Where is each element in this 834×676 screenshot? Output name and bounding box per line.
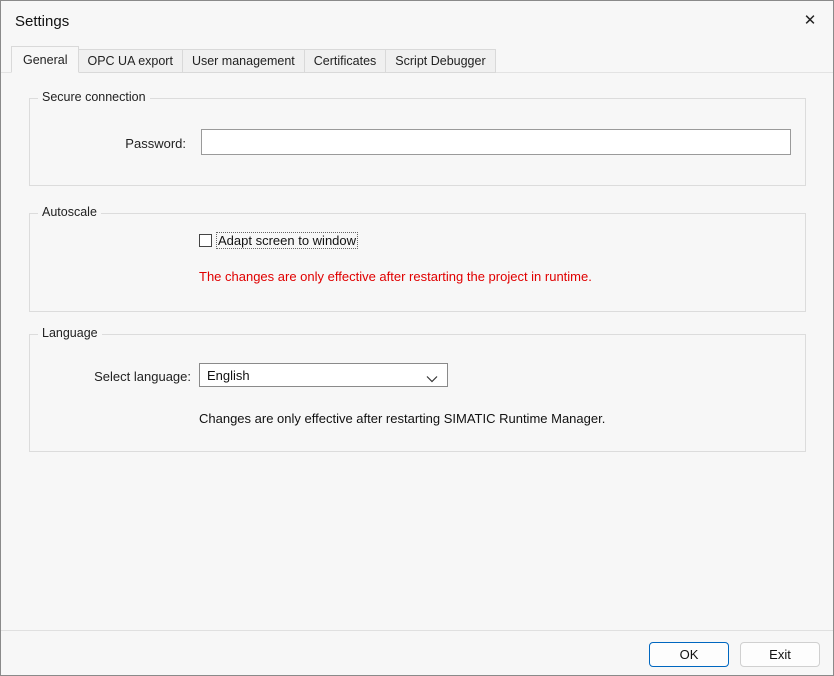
tab-certificates[interactable]: Certificates (305, 49, 387, 73)
ok-button[interactable]: OK (649, 642, 729, 667)
tab-strip: General OPC UA export User management Ce… (11, 48, 823, 73)
chevron-down-icon (426, 371, 438, 386)
language-legend: Language (38, 326, 102, 340)
restart-warning-text: The changes are only effective after res… (199, 269, 592, 284)
autoscale-legend: Autoscale (38, 205, 101, 219)
password-input[interactable] (201, 129, 791, 155)
tab-user-management[interactable]: User management (183, 49, 305, 73)
select-language-label: Select language: (61, 369, 191, 384)
secure-connection-legend: Secure connection (38, 90, 150, 104)
language-dropdown-value: English (207, 368, 250, 383)
exit-button[interactable]: Exit (740, 642, 820, 667)
password-label: Password: (86, 136, 186, 151)
adapt-screen-checkbox[interactable]: Adapt screen to window (199, 232, 358, 249)
close-icon[interactable]: ✕ (787, 1, 833, 39)
tab-script-debugger[interactable]: Script Debugger (386, 49, 495, 73)
adapt-screen-checkbox-label[interactable]: Adapt screen to window (216, 232, 358, 249)
footer-divider (1, 630, 833, 631)
checkbox-box-icon[interactable] (199, 234, 212, 247)
title-bar: Settings ✕ (1, 1, 833, 41)
window-title: Settings (15, 13, 69, 30)
tab-general[interactable]: General (11, 46, 79, 73)
language-restart-note: Changes are only effective after restart… (199, 411, 605, 426)
language-group: Language (29, 334, 806, 452)
autoscale-group: Autoscale (29, 213, 806, 312)
language-dropdown[interactable]: English (199, 363, 448, 387)
settings-dialog: Settings ✕ General OPC UA export User ma… (0, 0, 834, 676)
tab-opc-ua-export[interactable]: OPC UA export (78, 49, 182, 73)
